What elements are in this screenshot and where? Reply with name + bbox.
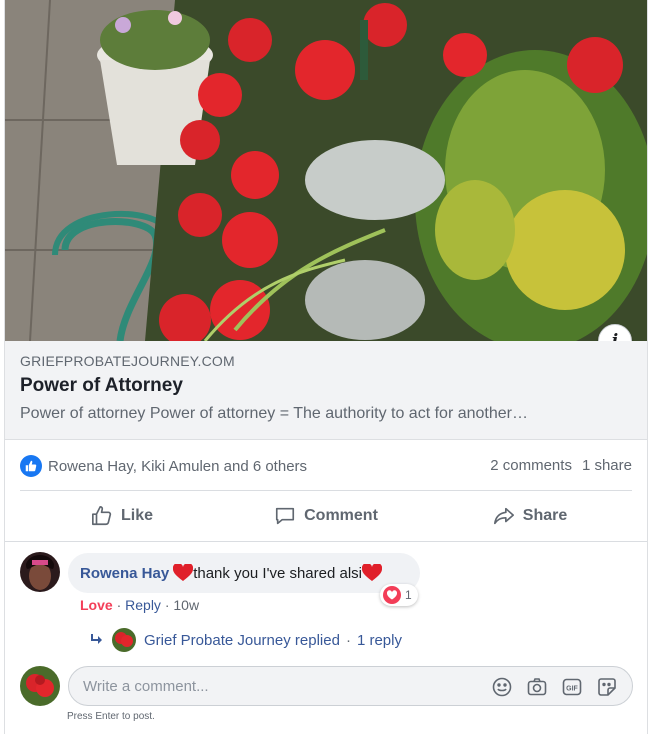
post-hint: Press Enter to post. [67,711,155,722]
shares-count[interactable]: 1 share [582,457,632,474]
share-icon [493,507,514,525]
reply-arrow-icon [91,634,102,644]
comment-input-placeholder: Write a comment... [83,678,209,695]
reaction-summary[interactable]: Rowena Hay, Kiki Amulen and 6 others [20,454,307,478]
divider [20,490,632,491]
link-title[interactable]: Power of Attorney [20,375,183,397]
replies-separator: · [345,631,351,649]
comment-time[interactable]: 10w [173,597,199,613]
comment-button[interactable]: Comment [224,492,428,540]
comment-input[interactable]: Write a comment... GIF [68,666,633,706]
sticker-icon[interactable] [596,676,618,698]
reaction-count: 1 [405,588,412,602]
heart-emoji-icon [173,564,194,581]
love-reaction-icon [383,586,401,604]
share-button[interactable]: Share [428,492,632,540]
replies-count[interactable]: 1 reply [357,632,402,649]
post-card: i GRIEFPROBATEJOURNEY.COM Power of Attor… [0,0,648,734]
comment-input-tools: GIF [491,676,618,698]
comment-meta: Love · Reply · 10w [80,597,199,613]
camera-icon[interactable] [526,676,548,698]
like-button[interactable]: Like [20,492,224,540]
share-label: Share [522,507,568,524]
like-reaction-icon [20,455,42,477]
comments-count[interactable]: 2 comments [490,457,572,474]
link-description: Power of attorney Power of attorney = Th… [20,405,528,422]
comment-text: thank you I've shared alsi [193,564,362,582]
reply-link[interactable]: Reply [125,597,161,613]
current-user-avatar[interactable] [20,666,60,706]
comment-icon [276,507,295,525]
comment-author[interactable]: Rowena Hay [80,565,169,582]
svg-text:GIF: GIF [566,686,578,693]
gif-icon[interactable]: GIF [561,676,583,698]
meta-separator: · [164,597,170,613]
comment-label: Comment [304,507,378,524]
replies-text[interactable]: Grief Probate Journey replied [144,632,340,649]
action-bar: Like Comment Share [20,492,632,540]
commenter-avatar[interactable] [20,552,60,592]
garden-photo [5,0,647,341]
link-preview-image[interactable] [5,0,647,341]
comment-reaction-badge[interactable]: 1 [380,584,418,606]
engagement-counts: 2 comments 1 share [490,457,632,474]
page-avatar [112,628,136,652]
love-link[interactable]: Love [80,597,113,613]
emoji-icon[interactable] [491,676,513,698]
reactors-text[interactable]: Rowena Hay, Kiki Amulen and 6 others [48,458,307,475]
comment-bubble: Rowena Hay thank you I've shared alsi [68,553,420,593]
thumbs-up-icon [91,506,112,526]
heart-emoji-icon [362,564,382,581]
link-domain: GRIEFPROBATEJOURNEY.COM [20,353,235,369]
section-separator [5,541,647,542]
replies-link[interactable]: Grief Probate Journey replied · 1 reply [90,628,402,652]
link-preview[interactable]: GRIEFPROBATEJOURNEY.COM Power of Attorne… [5,341,647,440]
like-label: Like [120,507,153,524]
meta-separator: · [116,597,122,613]
